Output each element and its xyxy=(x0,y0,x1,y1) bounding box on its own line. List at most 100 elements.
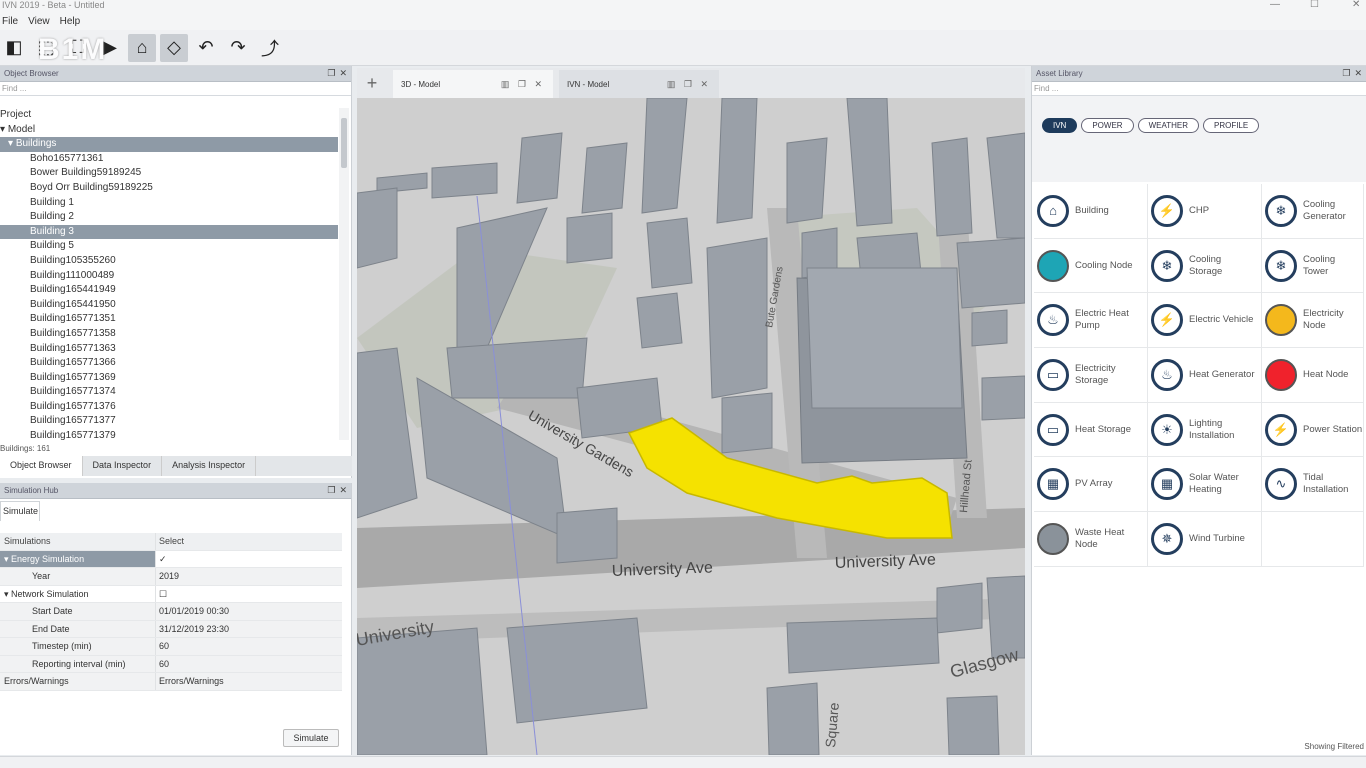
filter-profile[interactable]: PROFILE xyxy=(1202,118,1260,133)
object-search-input[interactable]: Find ... xyxy=(0,82,351,96)
tab-controls-icon[interactable]: ▥ ❐ ✕ xyxy=(667,79,711,90)
maximize-icon[interactable]: ☐ xyxy=(1310,0,1319,10)
asset-item[interactable]: Cooling Node xyxy=(1034,238,1148,294)
tab-ivn-model[interactable]: IVN - Model ▥ ❐ ✕ xyxy=(559,70,719,98)
3d-viewport[interactable]: University Gardens University Ave Univer… xyxy=(357,98,1025,755)
menu-file[interactable]: File xyxy=(0,16,26,27)
lasso-select-icon[interactable]: ⬚ xyxy=(32,34,60,62)
filter-weather[interactable]: WEATHER xyxy=(1137,118,1199,133)
simulation-row-value[interactable]: 2019 xyxy=(156,568,342,585)
tree-item[interactable]: Building165771376 xyxy=(0,400,338,415)
tree-item[interactable]: Building111000489 xyxy=(0,269,338,284)
simulation-row[interactable]: Reporting interval (min) 60 xyxy=(0,655,342,673)
asset-item[interactable]: ❄ Cooling Generator xyxy=(1262,184,1364,239)
undock-icon[interactable]: ❐ xyxy=(1342,68,1350,79)
tree-item[interactable]: Bower Building59189245 xyxy=(0,166,338,181)
asset-search-input[interactable]: Find ... xyxy=(1032,82,1366,96)
tree-item[interactable]: Building165771358 xyxy=(0,327,338,342)
tree-item[interactable]: Boyd Orr Building59189225 xyxy=(0,181,338,196)
asset-item[interactable]: ☀ Lighting Installation xyxy=(1148,402,1262,458)
minimize-icon[interactable]: — xyxy=(1270,0,1280,10)
asset-item[interactable]: ❄ Cooling Storage xyxy=(1148,238,1262,294)
tree-item[interactable]: Building 5 xyxy=(0,239,338,254)
tree-item[interactable]: Building165771377 xyxy=(0,414,338,429)
tab-data-inspector[interactable]: Data Inspector xyxy=(83,456,163,476)
tree-item[interactable]: Building165771379 xyxy=(0,429,338,440)
tree-item[interactable]: Building165771374 xyxy=(0,385,338,400)
network-icon[interactable]: ⤴ xyxy=(256,34,284,62)
tree-item[interactable]: Project xyxy=(0,108,338,123)
city-import-icon[interactable]: ⌂ xyxy=(128,33,156,62)
simulation-row[interactable]: Errors/Warnings Errors/Warnings xyxy=(0,673,342,691)
close-panel-icon[interactable]: ✕ xyxy=(1354,68,1362,79)
tree-item[interactable]: Building 2 xyxy=(0,210,338,225)
asset-item[interactable]: ✵ Wind Turbine xyxy=(1148,512,1262,567)
tab-controls-icon[interactable]: ▥ ❐ ✕ xyxy=(501,79,545,90)
asset-item[interactable]: ♨ Electric Heat Pump xyxy=(1034,293,1148,349)
simulation-row-value[interactable]: 01/01/2019 00:30 xyxy=(156,603,342,620)
tree-item[interactable]: Boho165771361 xyxy=(0,152,338,167)
filter-power[interactable]: POWER xyxy=(1081,118,1134,133)
close-panel-icon[interactable]: ✕ xyxy=(339,485,347,496)
simulation-row[interactable]: End Date 31/12/2019 23:30 xyxy=(0,620,342,638)
asset-item[interactable]: Electricity Node xyxy=(1262,293,1364,349)
simulation-row[interactable]: Start Date 01/01/2019 00:30 xyxy=(0,603,342,621)
tab-3d-model[interactable]: 3D - Model ▥ ❐ ✕ xyxy=(393,70,553,98)
asset-item[interactable]: ❄ Cooling Tower xyxy=(1262,238,1364,294)
tab-analysis-inspector[interactable]: Analysis Inspector xyxy=(162,456,257,476)
asset-item[interactable]: ♨ Heat Generator xyxy=(1148,348,1262,403)
tab-simulate[interactable]: Simulate xyxy=(0,501,40,521)
simulation-row-value[interactable]: 31/12/2019 23:30 xyxy=(156,621,342,638)
simulation-row-value[interactable]: Errors/Warnings xyxy=(156,673,342,690)
undock-icon[interactable]: ❐ xyxy=(327,485,335,496)
undock-icon[interactable]: ❐ xyxy=(327,68,335,79)
tree-item[interactable]: Building165771363 xyxy=(0,342,338,357)
simulation-row[interactable]: ▾ Network Simulation ☐ xyxy=(0,585,342,603)
simulation-row-value[interactable]: 60 xyxy=(156,656,342,673)
panel-toggle-icon[interactable]: ◧ xyxy=(0,34,28,62)
asset-item[interactable]: ⚡ Electric Vehicle xyxy=(1148,293,1262,349)
asset-item[interactable]: ⚡ Power Station xyxy=(1262,402,1364,458)
asset-item[interactable]: ▦ Solar Water Heating xyxy=(1148,457,1262,513)
filter-ivn[interactable]: IVN xyxy=(1042,118,1078,133)
menu-view[interactable]: View xyxy=(26,16,58,27)
close-window-icon[interactable]: ✕ xyxy=(1352,0,1360,10)
simulate-button[interactable]: Simulate xyxy=(283,729,339,747)
tree-scrollbar[interactable] xyxy=(339,108,349,440)
asset-item[interactable]: ⌂ Building xyxy=(1034,184,1148,239)
tree-item[interactable]: ▾ Model xyxy=(0,123,338,138)
play-icon[interactable]: ▶ xyxy=(96,34,124,62)
add-tab-icon[interactable]: + xyxy=(357,68,387,98)
tree-item[interactable]: ▾ Buildings xyxy=(0,137,338,152)
tree-item[interactable]: Building 1 xyxy=(0,196,338,211)
tree-item[interactable]: Building165771351 xyxy=(0,312,338,327)
tab-object-browser[interactable]: Object Browser xyxy=(0,456,83,476)
asset-item[interactable]: ▭ Heat Storage xyxy=(1034,402,1148,458)
simulation-row[interactable]: ▾ Energy Simulation ✓ xyxy=(0,550,342,568)
tree-item[interactable]: Building165771369 xyxy=(0,371,338,386)
tree-item[interactable]: Building165441949 xyxy=(0,283,338,298)
asset-item[interactable]: ▦ PV Array xyxy=(1034,457,1148,513)
tree-item[interactable]: Building165771366 xyxy=(0,356,338,371)
asset-item[interactable]: Heat Node xyxy=(1262,348,1364,403)
asset-item[interactable]: ⚡ CHP xyxy=(1148,184,1262,239)
tree-item[interactable]: Building165441950 xyxy=(0,298,338,313)
camera-icon[interactable]: ⛶ xyxy=(64,34,92,62)
simulation-row[interactable]: Year 2019 xyxy=(0,568,342,586)
tree-item[interactable]: Building 3 xyxy=(0,224,338,240)
tree-item[interactable]: Building105355260 xyxy=(0,254,338,269)
simulation-row[interactable]: Timestep (min) 60 xyxy=(0,638,342,656)
simulation-row-value[interactable]: ☐ xyxy=(156,586,342,603)
close-panel-icon[interactable]: ✕ xyxy=(339,68,347,79)
asset-item[interactable]: ▭ Electricity Storage xyxy=(1034,348,1148,403)
city-model[interactable]: University Gardens University Ave Univer… xyxy=(357,98,1025,755)
asset-item[interactable]: ∿ Tidal Installation xyxy=(1262,457,1364,513)
asset-item[interactable]: Waste Heat Node xyxy=(1034,512,1148,567)
undo-icon[interactable]: ↶ xyxy=(192,34,220,62)
redo-icon[interactable]: ↷ xyxy=(224,34,252,62)
simulation-row-value[interactable]: 60 xyxy=(156,638,342,655)
menu-help[interactable]: Help xyxy=(58,16,89,27)
scrollbar-thumb[interactable] xyxy=(341,118,347,168)
simulation-row-value[interactable]: ✓ xyxy=(156,551,342,568)
gem-icon[interactable]: ◇ xyxy=(160,33,188,62)
